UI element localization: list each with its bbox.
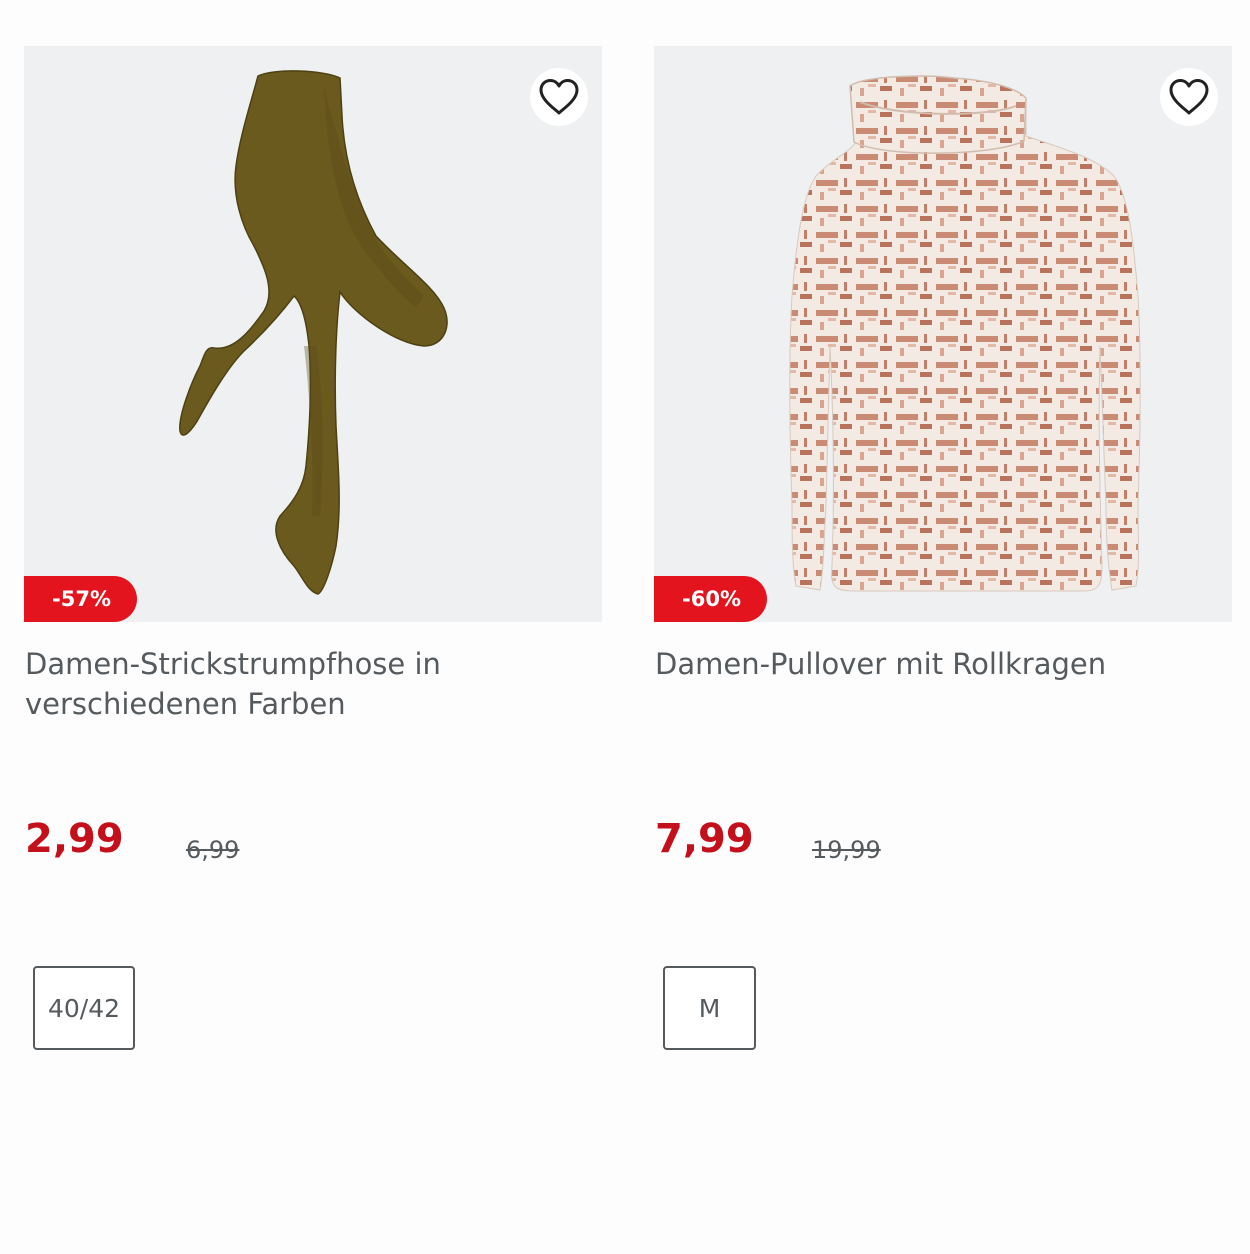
product-card[interactable]: -60% Damen-Pullover mit Rollkragen 7,99 … [654, 46, 1232, 1146]
heart-icon [1169, 79, 1209, 115]
sweater-image [789, 75, 1141, 592]
product-title[interactable]: Damen-Strickstrumpfhose in verschiedenen… [25, 644, 585, 724]
discount-badge: -57% [24, 576, 137, 622]
product-title[interactable]: Damen-Pullover mit Rollkragen [655, 644, 1215, 684]
size-option[interactable]: M [663, 966, 756, 1050]
product-image-area[interactable]: -60% [654, 46, 1232, 622]
original-price: 19,99 [812, 836, 881, 864]
discount-badge: -60% [654, 576, 767, 622]
sale-price: 2,99 [25, 816, 124, 862]
wishlist-button[interactable] [1160, 68, 1218, 126]
product-image-area[interactable]: -57% [24, 46, 602, 622]
size-option[interactable]: 40/42 [33, 966, 135, 1050]
wishlist-button[interactable] [530, 68, 588, 126]
heart-icon [539, 79, 579, 115]
product-card[interactable]: -57% Damen-Strickstrumpfhose in verschie… [24, 46, 602, 1146]
tights-image [179, 70, 448, 595]
sale-price: 7,99 [655, 816, 754, 862]
original-price: 6,99 [186, 836, 240, 864]
product-grid: -57% Damen-Strickstrumpfhose in verschie… [0, 0, 1250, 1254]
